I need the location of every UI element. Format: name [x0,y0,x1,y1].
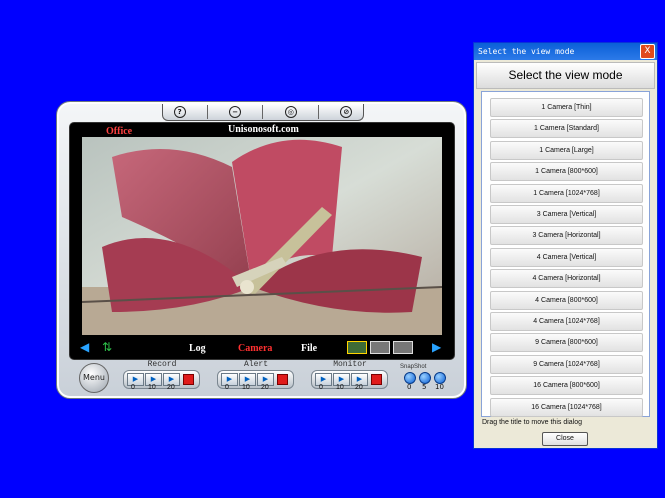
view-mode-option-button[interactable]: 1 Camera [Standard] [490,119,643,139]
record-play-button[interactable]: ▶ [127,373,144,386]
close-icon[interactable]: ⊘ [340,106,353,118]
tab-log[interactable]: Log [189,343,206,354]
view-mode-option-button[interactable]: 16 Camera [800*600] [490,376,643,396]
snapshot-label: SnapShot [400,364,427,370]
tick: 20 [355,384,363,391]
camera-screen: Office Unisonosoft.com ◀ ⇅ Log Camera Fi… [69,122,455,360]
tick: 10 [435,383,444,391]
minimize-icon[interactable]: − [229,106,242,118]
dialog-close-icon[interactable]: X [640,44,655,59]
view-mode-option-button[interactable]: 1 Camera [Thin] [490,98,643,117]
dialog-hint: Drag the title to move this dialog [482,419,582,426]
view-mode-list: 1 Camera [Thin] 1 Camera [Standard] 1 Came… [481,91,650,417]
alert-play-button[interactable]: ▶ [221,373,238,386]
view-mode-option-button[interactable]: 1 Camera [Large] [490,140,643,160]
close-button[interactable]: Close [542,432,588,446]
tick: 10 [148,384,156,391]
arrow-right-icon[interactable]: ▶ [432,340,441,354]
view-mode-option-button[interactable]: 1 Camera [1024*768] [490,183,643,203]
help-icon[interactable]: ? [173,106,186,118]
view-mode-option-button[interactable]: 9 Camera [1024*768] [490,354,643,374]
camera-location-label: Office [106,126,133,137]
view-mode-option-button[interactable]: 1 Camera [800*600] [490,162,643,182]
tick: 5 [422,383,427,391]
settings-icon[interactable]: ◎ [284,106,297,118]
toolbar-divider [318,105,320,119]
camera-nav-row: ◀ ⇅ Log Camera File ▶ [70,337,454,359]
site-label: Unisonosoft.com [228,124,299,135]
view-mode-option-button[interactable]: 3 Camera [Vertical] [490,205,643,224]
tick: 0 [225,384,229,391]
monitor-stop-button[interactable] [371,374,382,385]
tick: 20 [261,384,269,391]
top-toolbar: ? − ◎ ⊘ [162,104,364,121]
menu-button[interactable]: Menu [79,363,109,393]
dialog-heading: Select the view mode [476,62,655,89]
dialog-title-bar[interactable]: Select the view mode [474,43,657,60]
layout-split-icon[interactable] [393,341,413,354]
tick: 0 [319,384,323,391]
tick: 10 [242,384,250,391]
camera-window: ? − ◎ ⊘ Office Unisonosoft.com ◀ ⇅ Log C… [56,101,467,399]
view-mode-dialog: Select the view mode X Select the view m… [473,42,658,449]
tick: 0 [131,384,135,391]
view-mode-option-button[interactable]: 4 Camera [Horizontal] [490,269,643,289]
monitor-play-button[interactable]: ▶ [315,373,332,386]
tick: 20 [167,384,175,391]
tick: 10 [336,384,344,391]
record-stop-button[interactable] [183,374,194,385]
layout-multi-icon[interactable] [370,341,390,354]
toolbar-divider [262,105,264,119]
camera-video-feed[interactable] [82,137,442,335]
toolbar-divider [206,105,208,119]
view-mode-option-button[interactable]: 4 Camera [800*600] [490,290,643,310]
view-mode-option-button[interactable]: 3 Camera [Horizontal] [490,226,643,246]
layout-single-icon[interactable] [347,341,367,354]
arrow-left-icon[interactable]: ◀ [80,340,89,354]
video-frame-image [82,137,442,335]
refresh-icon[interactable]: ⇅ [102,340,112,354]
tab-file[interactable]: File [301,343,317,354]
view-mode-option-button[interactable]: 4 Camera [Vertical] [490,247,643,267]
view-mode-option-button[interactable]: 4 Camera [1024*768] [490,312,643,331]
monitor-label: Monitor [333,360,367,369]
view-mode-option-button[interactable]: 16 Camera [1024*768] [490,397,643,417]
tab-camera[interactable]: Camera [238,343,272,354]
view-mode-option-button[interactable]: 9 Camera [800*600] [490,333,643,353]
record-label: Record [147,360,177,369]
alert-stop-button[interactable] [277,374,288,385]
alert-label: Alert [243,360,268,369]
tick: 0 [407,383,412,391]
